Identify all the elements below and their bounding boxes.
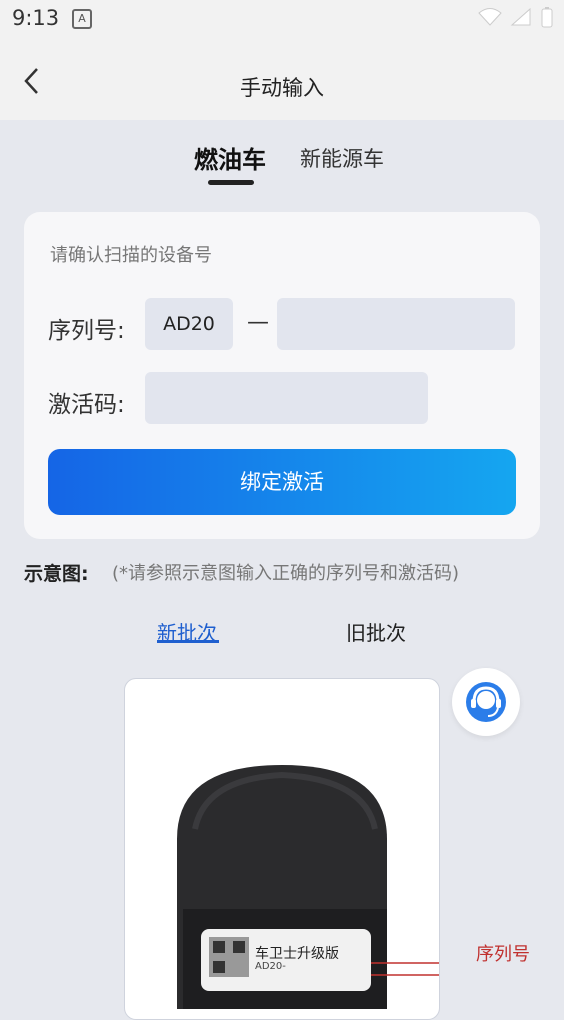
status-time: 9:13: [12, 6, 60, 30]
battery-icon: [541, 7, 553, 28]
status-bar: 9:13 A: [0, 0, 564, 38]
diagram-note: (*请参照示意图输入正确的序列号和激活码): [112, 563, 460, 584]
page-title: 手动输入: [240, 76, 324, 100]
serial-prefix: AD20: [145, 298, 233, 350]
tab-new-energy-vehicle[interactable]: 新能源车: [300, 143, 384, 173]
device-diagram-image: 车卫士升级版 AD20-: [124, 678, 440, 1020]
wifi-icon: [478, 8, 502, 26]
serial-separator: —: [247, 310, 269, 335]
headset-support-icon: [466, 682, 506, 722]
support-button[interactable]: [452, 668, 520, 736]
notification-icon: A: [72, 9, 92, 29]
signal-icon: [510, 7, 531, 26]
device-label-title: 车卫士升级版: [255, 946, 339, 962]
activation-card: 请确认扫描的设备号 序列号: AD20 — 激活码: 绑定激活: [24, 212, 540, 539]
activation-code-input[interactable]: [145, 372, 428, 424]
device-label-serial: AD20-: [255, 961, 286, 972]
bind-activate-button[interactable]: 绑定激活: [48, 449, 516, 515]
scan-hint: 请确认扫描的设备号: [50, 245, 212, 266]
vehicle-tabs: 燃油车 新能源车: [0, 140, 564, 190]
serial-input[interactable]: [277, 298, 515, 350]
activation-code-label: 激活码:: [48, 392, 125, 418]
active-tab-indicator: [208, 180, 254, 185]
tab-old-batch[interactable]: 旧批次: [346, 617, 406, 646]
diagram-label: 示意图:: [24, 563, 89, 585]
batch-tab-indicator: [157, 640, 219, 643]
serial-annotation: 序列号: [476, 944, 530, 965]
serial-label: 序列号:: [48, 318, 125, 344]
status-indicators: [478, 6, 554, 28]
header: 手动输入: [0, 38, 564, 120]
tab-fuel-vehicle[interactable]: 燃油车: [194, 140, 266, 175]
